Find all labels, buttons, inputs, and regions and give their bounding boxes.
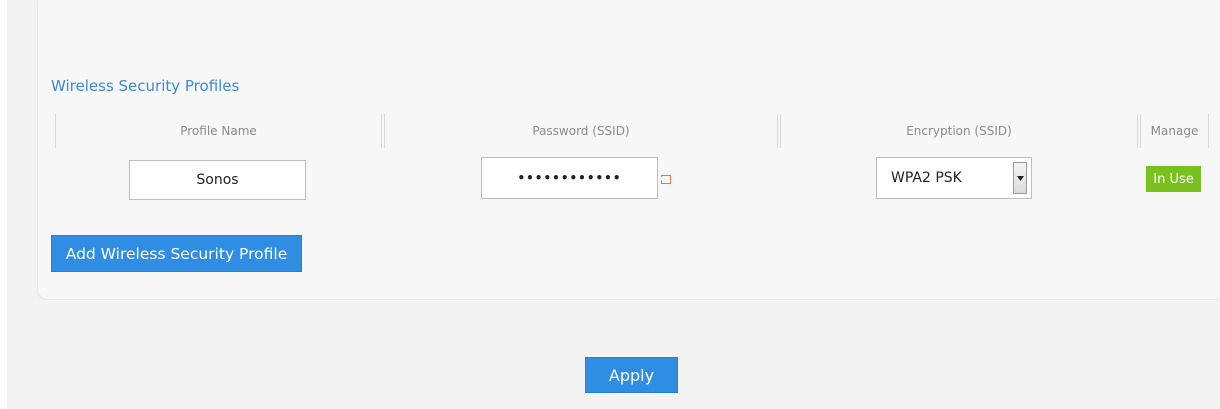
section-title: Wireless Security Profiles [51,77,240,95]
profile-name-input[interactable]: Sonos [129,160,306,200]
encryption-select[interactable]: WPA2 PSK [876,157,1032,199]
column-header-manage: Manage [1140,114,1209,148]
apply-button[interactable]: Apply [585,357,678,393]
column-header-password: Password (SSID) [384,114,778,148]
encryption-selected-value: WPA2 PSK [891,170,962,186]
status-badge[interactable]: In Use [1146,166,1201,192]
password-input[interactable]: •••••••••••• [481,157,658,199]
column-header-encryption: Encryption (SSID) [780,114,1138,148]
add-wireless-security-profile-button[interactable]: Add Wireless Security Profile [51,235,302,272]
password-value: •••••••••••• [517,171,622,185]
reveal-password-icon[interactable] [658,175,671,184]
column-header-profile-name: Profile Name [55,114,382,148]
chevron-down-icon[interactable] [1013,162,1027,194]
